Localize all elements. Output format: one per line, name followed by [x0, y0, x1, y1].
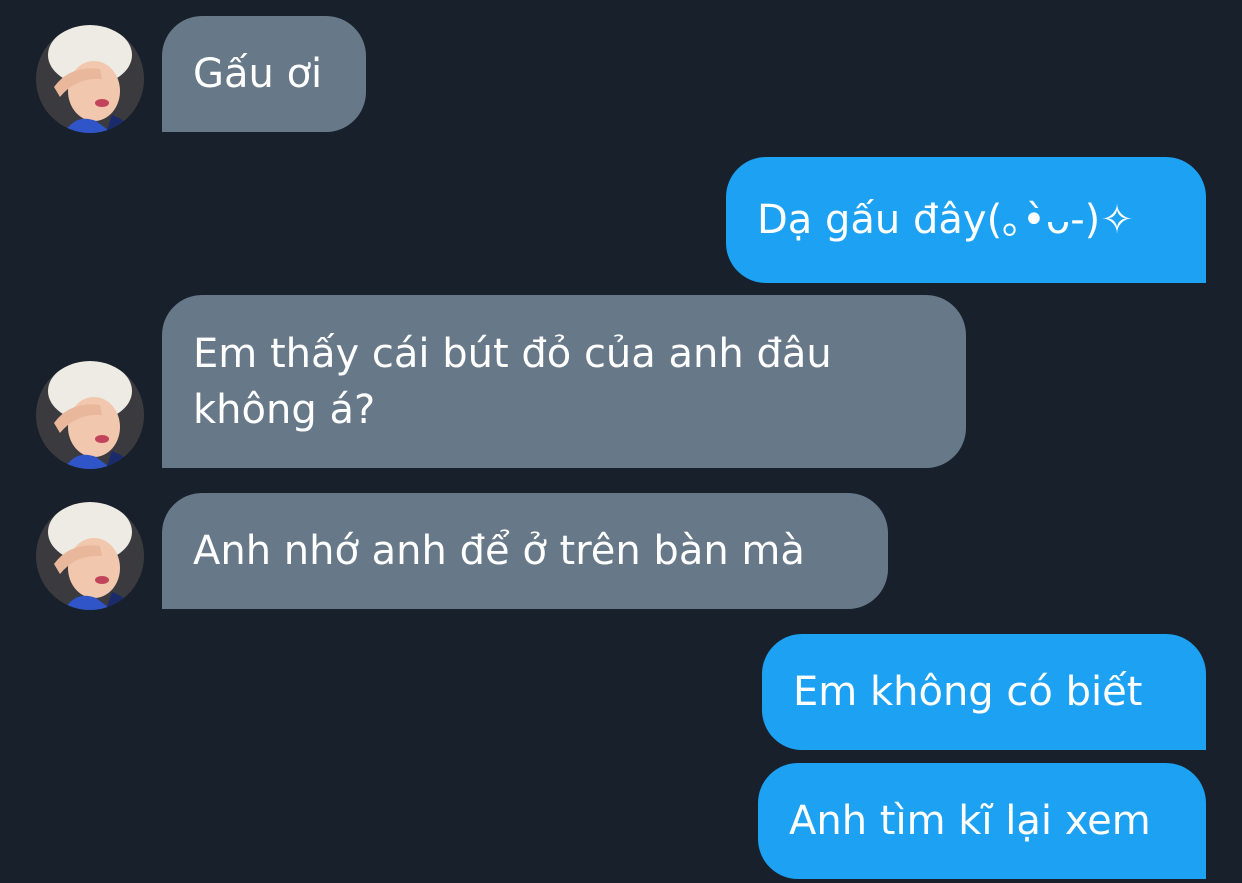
message-bubble-incoming[interactable]: Anh nhớ anh để ở trên bàn mà — [162, 493, 888, 609]
message-bubble-incoming[interactable]: Gấu ơi — [162, 16, 366, 132]
contact-avatar[interactable] — [36, 25, 144, 133]
message-text: Dạ gấu đây(｡•̀ᴗ-)✧ — [757, 197, 1134, 243]
message-text: Em thấy cái bút đỏ của anh đâu không á? — [193, 330, 832, 433]
message-text: Gấu ơi — [193, 51, 323, 97]
message-bubble-outgoing[interactable]: Em không có biết — [762, 634, 1206, 750]
message-text: Anh tìm kĩ lại xem — [789, 798, 1151, 844]
message-text: Anh nhớ anh để ở trên bàn mà — [193, 528, 805, 574]
message-text: Em không có biết — [793, 669, 1143, 715]
message-bubble-outgoing[interactable]: Dạ gấu đây(｡•̀ᴗ-)✧ — [726, 157, 1206, 283]
avatar-photo — [36, 361, 144, 469]
message-bubble-incoming[interactable]: Em thấy cái bút đỏ của anh đâu không á? — [162, 295, 966, 468]
avatar-photo — [36, 502, 144, 610]
avatar-photo — [36, 25, 144, 133]
message-bubble-outgoing[interactable]: Anh tìm kĩ lại xem — [758, 763, 1206, 879]
contact-avatar[interactable] — [36, 502, 144, 610]
contact-avatar[interactable] — [36, 361, 144, 469]
